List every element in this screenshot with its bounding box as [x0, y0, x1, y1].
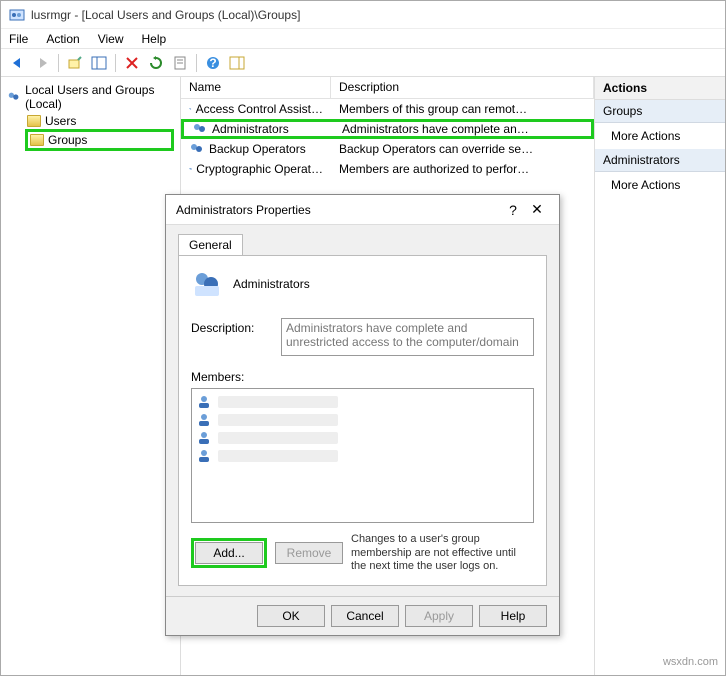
watermark: wsxdn.com — [663, 656, 718, 668]
up-button[interactable] — [64, 52, 86, 74]
group-icon — [189, 162, 192, 176]
help-button[interactable]: Help — [479, 605, 547, 627]
col-name[interactable]: Name — [181, 77, 331, 98]
member-item[interactable] — [196, 447, 529, 465]
member-item[interactable] — [196, 393, 529, 411]
toolbar-separator — [58, 54, 59, 72]
member-name-redacted — [218, 432, 338, 444]
help-button[interactable]: ? — [202, 52, 224, 74]
list-row[interactable]: Backup Operators Backup Operators can ov… — [181, 139, 594, 159]
folder-icon — [27, 115, 41, 127]
menu-action[interactable]: Action — [46, 32, 79, 46]
group-icon — [189, 102, 192, 116]
group-icon — [189, 142, 205, 156]
members-label: Members: — [191, 370, 534, 384]
context-help-button[interactable]: ? — [501, 202, 525, 218]
cancel-button[interactable]: Cancel — [331, 605, 399, 627]
member-name-redacted — [218, 396, 338, 408]
tab-general[interactable]: General — [178, 234, 243, 255]
group-large-icon — [191, 268, 223, 300]
list-row[interactable]: Cryptographic Operat… Members are author… — [181, 159, 594, 179]
toolbar-separator — [196, 54, 197, 72]
actions-pane: Actions Groups More Actions Administrato… — [595, 77, 725, 675]
col-desc[interactable]: Description — [331, 77, 594, 98]
user-icon — [196, 394, 212, 410]
tree-root-label: Local Users and Groups (Local) — [25, 83, 174, 111]
actions-section-groups: Groups — [595, 100, 725, 123]
refresh-button[interactable] — [145, 52, 167, 74]
more-actions-groups[interactable]: More Actions — [595, 123, 725, 149]
list-row-administrators[interactable]: Administrators Administrators have compl… — [181, 119, 594, 139]
members-listbox[interactable] — [191, 388, 534, 523]
menu-help[interactable]: Help — [142, 32, 167, 46]
delete-button[interactable] — [121, 52, 143, 74]
member-name-redacted — [218, 450, 338, 462]
app-icon — [9, 7, 25, 23]
close-button[interactable]: ✕ — [525, 201, 549, 218]
group-icon — [192, 122, 208, 136]
tree-root[interactable]: Local Users and Groups (Local) — [7, 83, 174, 111]
export-list-button[interactable] — [169, 52, 191, 74]
window-title: lusrmgr - [Local Users and Groups (Local… — [31, 8, 300, 22]
forward-button[interactable] — [31, 52, 53, 74]
member-item[interactable] — [196, 411, 529, 429]
svg-text:?: ? — [209, 56, 216, 70]
menu-file[interactable]: File — [9, 32, 28, 46]
toolbar-separator — [115, 54, 116, 72]
menu-view[interactable]: View — [98, 32, 124, 46]
dialog-footer: OK Cancel Apply Help — [166, 596, 559, 635]
tabstrip: General — [178, 233, 547, 255]
membership-note: Changes to a user's group membership are… — [351, 533, 534, 573]
administrators-properties-dialog: Administrators Properties ? ✕ General Ad… — [165, 194, 560, 636]
actions-section-administrators: Administrators — [595, 149, 725, 172]
show-hide-tree-button[interactable] — [88, 52, 110, 74]
tree-pane: Local Users and Groups (Local) Users Gro… — [1, 77, 181, 675]
dialog-title: Administrators Properties — [176, 203, 501, 217]
row-desc: Backup Operators can override se… — [339, 142, 533, 156]
description-label: Description: — [191, 318, 271, 356]
user-icon — [196, 412, 212, 428]
group-root-icon — [7, 89, 21, 105]
row-desc: Administrators have complete an… — [342, 122, 529, 136]
more-actions-administrators[interactable]: More Actions — [595, 172, 725, 198]
row-desc: Members of this group can remot… — [339, 102, 527, 116]
remove-button: Remove — [275, 542, 343, 564]
row-name: Cryptographic Operat… — [196, 162, 323, 176]
tree-item-users[interactable]: Users — [25, 113, 174, 129]
row-desc: Members are authorized to perfor… — [339, 162, 529, 176]
toolbar: ? — [1, 49, 725, 77]
action-pane-button[interactable] — [226, 52, 248, 74]
row-name: Access Control Assist… — [196, 102, 323, 116]
list-header: Name Description — [181, 77, 594, 99]
dialog-titlebar: Administrators Properties ? ✕ — [166, 195, 559, 225]
member-name-redacted — [218, 414, 338, 426]
row-name: Administrators — [212, 122, 289, 136]
description-field[interactable] — [281, 318, 534, 356]
row-name: Backup Operators — [209, 142, 306, 156]
list-row[interactable]: Access Control Assist… Members of this g… — [181, 99, 594, 119]
user-icon — [196, 448, 212, 464]
back-button[interactable] — [7, 52, 29, 74]
ok-button[interactable]: OK — [257, 605, 325, 627]
add-button[interactable]: Add... — [195, 542, 263, 564]
actions-header: Actions — [595, 77, 725, 100]
menubar: File Action View Help — [1, 29, 725, 49]
apply-button: Apply — [405, 605, 473, 627]
user-icon — [196, 430, 212, 446]
titlebar: lusrmgr - [Local Users and Groups (Local… — [1, 1, 725, 29]
group-name-label: Administrators — [233, 277, 310, 291]
tree-groups-label: Groups — [48, 133, 87, 147]
folder-icon — [30, 134, 44, 146]
member-item[interactable] — [196, 429, 529, 447]
tree-users-label: Users — [45, 114, 76, 128]
tab-panel-general: Administrators Description: Members: Add… — [178, 255, 547, 586]
tree-item-groups[interactable]: Groups — [25, 129, 174, 151]
